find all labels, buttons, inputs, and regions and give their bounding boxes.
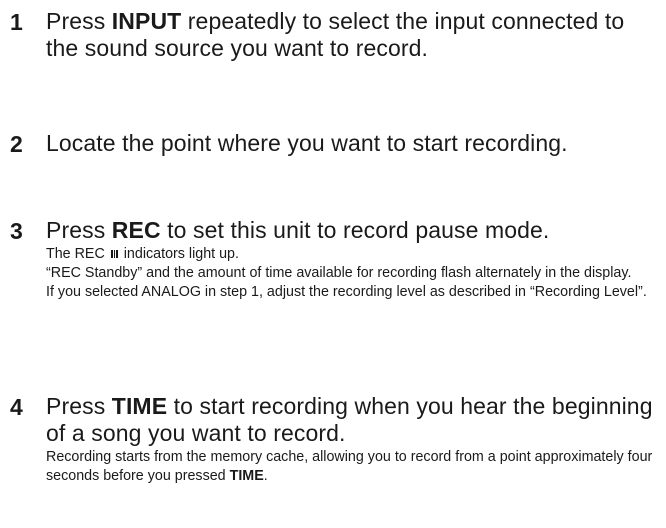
detail-line: “REC Standby” and the amount of time ava… xyxy=(46,265,632,281)
step-instruction: Press REC to set this unit to record pau… xyxy=(46,217,550,243)
step-detail: The REC indicators light up. “REC Standb… xyxy=(46,245,660,302)
pause-icon xyxy=(110,250,118,258)
detail-line: If you selected ANALOG in step 1, adjust… xyxy=(46,284,647,300)
step-instruction: Press TIME to start recording when you h… xyxy=(46,393,653,446)
step-instruction: Locate the point where you want to start… xyxy=(46,130,568,156)
step-detail: Recording starts from the memory cache, … xyxy=(46,448,660,486)
key-name: TIME xyxy=(111,393,168,419)
step-body: Press REC to set this unit to record pau… xyxy=(46,217,660,302)
step-number: 1 xyxy=(10,9,23,35)
detail-line: Recording starts from the memory cache, … xyxy=(46,449,653,484)
key-name: REC xyxy=(111,217,161,243)
key-name: INPUT xyxy=(111,8,182,34)
step-body: Press TIME to start recording when you h… xyxy=(46,393,660,486)
step-number: 2 xyxy=(10,131,23,157)
detail-line: The REC indicators light up. xyxy=(46,246,239,262)
step-number: 3 xyxy=(10,218,23,244)
step-instruction: Press INPUT repeatedly to select the inp… xyxy=(46,8,625,61)
step-number: 4 xyxy=(10,394,23,420)
step-body: Locate the point where you want to start… xyxy=(46,130,660,157)
key-name: TIME xyxy=(229,468,264,484)
step-body: Press INPUT repeatedly to select the inp… xyxy=(46,8,660,62)
